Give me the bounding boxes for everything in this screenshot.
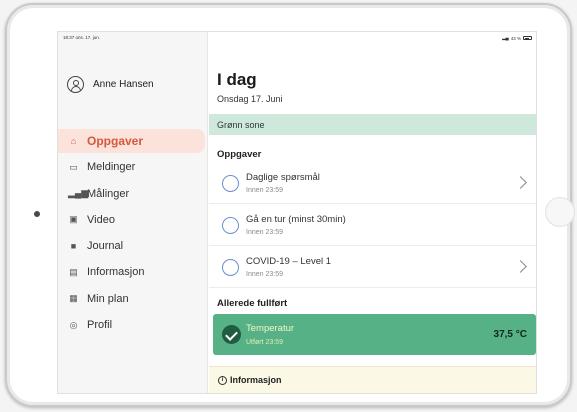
- info-box[interactable]: i Informasjon: [209, 366, 536, 393]
- task-due: Innen 23:59: [246, 229, 283, 236]
- page-title: I dag: [217, 70, 257, 89]
- task-row[interactable]: Daglige spørsmål Innen 23:59: [209, 163, 536, 204]
- measurement-value: 37,5 °C: [493, 329, 527, 340]
- info-heading-label: Informasjon: [230, 375, 282, 385]
- profile-row[interactable]: Anne Hansen: [67, 76, 154, 93]
- completed-task-title: Temperatur: [246, 323, 295, 334]
- profile-icon: ◎: [69, 319, 78, 330]
- completed-task-time: Utført 23:59: [246, 339, 283, 346]
- document-icon: ▤: [69, 266, 78, 277]
- sidebar-item-video[interactable]: ▣ Video: [58, 208, 205, 232]
- task-title: Daglige spørsmål: [246, 172, 320, 183]
- task-checkbox[interactable]: [222, 175, 239, 192]
- main-content: ▂▄ 43 % I dag Onsdag 17. Juni Grønn sone…: [209, 32, 536, 393]
- home-icon: ⌂: [70, 135, 77, 146]
- sidebar-item-malinger[interactable]: ▂▄▆ Målinger: [58, 182, 205, 206]
- sidebar-item-label: Journal: [87, 240, 124, 253]
- camera-dot: [34, 211, 40, 217]
- battery-icon: [523, 36, 532, 40]
- tasks-heading: Oppgaver: [217, 149, 262, 160]
- task-title: Gå en tur (minst 30min): [246, 214, 346, 225]
- sidebar-nav: ⌂ Oppgaver ▭ Meldinger ▂▄▆ Målinger ▣ Vi…: [58, 129, 205, 339]
- home-button[interactable]: [545, 197, 575, 227]
- screen: 18:37 ons. 17. jun. Anne Hansen ⌂ Oppgav…: [57, 31, 537, 394]
- sidebar-item-label: Målinger: [87, 187, 130, 200]
- sidebar-item-label: Meldinger: [87, 161, 136, 174]
- info-icon: i: [218, 375, 227, 385]
- journal-icon: ■: [70, 240, 77, 251]
- status-time: 18:37 ons. 17. jun.: [63, 35, 101, 40]
- task-checkbox[interactable]: [222, 217, 239, 234]
- sidebar-item-label: Video: [87, 213, 115, 226]
- task-due: Innen 23:59: [246, 271, 283, 278]
- page-date: Onsdag 17. Juni: [217, 94, 283, 104]
- sidebar-item-label: Min plan: [87, 292, 129, 305]
- chevron-right-icon: [514, 260, 527, 273]
- completed-heading: Allerede fullført: [217, 298, 288, 309]
- info-heading: i Informasjon: [218, 375, 282, 385]
- tablet-frame: 18:37 ons. 17. jun. Anne Hansen ⌂ Oppgav…: [5, 3, 575, 407]
- sidebar-item-min-plan[interactable]: ▦ Min plan: [58, 287, 205, 311]
- checkmark-icon: [222, 325, 241, 344]
- user-name: Anne Hansen: [93, 79, 154, 90]
- sidebar-item-meldinger[interactable]: ▭ Meldinger: [58, 155, 205, 179]
- status-indicators: ▂▄ 43 %: [502, 35, 532, 41]
- completed-task-row[interactable]: Temperatur Utført 23:59 37,5 °C: [213, 314, 536, 355]
- chevron-right-icon: [514, 176, 527, 189]
- task-due: Innen 23:59: [246, 187, 283, 194]
- sidebar: 18:37 ons. 17. jun. Anne Hansen ⌂ Oppgav…: [58, 32, 208, 393]
- zone-banner: Grønn sone: [209, 114, 536, 135]
- avatar-icon: [67, 76, 84, 93]
- task-row[interactable]: COVID-19 – Level 1 Innen 23:59: [209, 247, 536, 288]
- video-icon: ▣: [69, 214, 78, 225]
- sidebar-item-oppgaver[interactable]: ⌂ Oppgaver: [58, 129, 205, 153]
- messages-icon: ▭: [69, 161, 78, 172]
- sidebar-item-informasjon[interactable]: ▤ Informasjon: [58, 260, 205, 284]
- sidebar-item-label: Profil: [87, 319, 113, 332]
- task-checkbox[interactable]: [222, 259, 239, 276]
- task-title: COVID-19 – Level 1: [246, 256, 332, 267]
- sidebar-item-label: Informasjon: [87, 266, 145, 279]
- sidebar-item-profil[interactable]: ◎ Profil: [58, 313, 205, 337]
- task-row[interactable]: Gå en tur (minst 30min) Innen 23:59: [209, 205, 536, 246]
- bar-chart-icon: ▂▄▆: [68, 188, 89, 199]
- sidebar-item-label: Oppgaver: [87, 134, 144, 148]
- sidebar-item-journal[interactable]: ■ Journal: [58, 234, 205, 258]
- signal-icon: ▂▄: [502, 35, 509, 40]
- calendar-icon: ▦: [69, 293, 78, 304]
- battery-percent: 43 %: [510, 35, 521, 41]
